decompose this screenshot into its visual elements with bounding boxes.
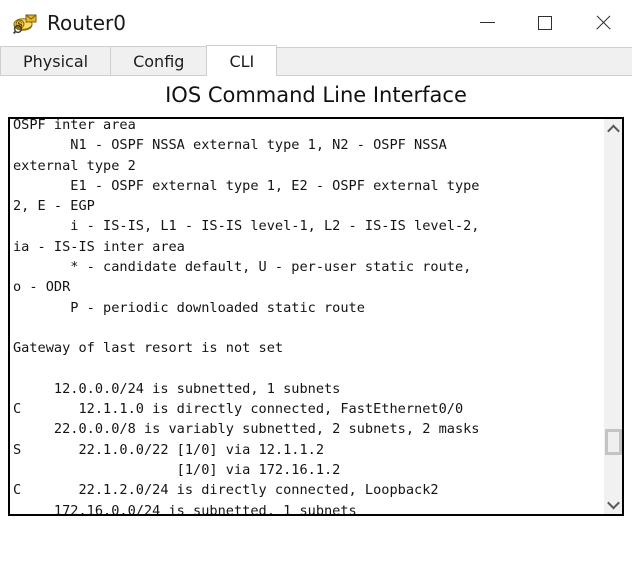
window-title: Router0 bbox=[47, 10, 127, 35]
scrollbar-track[interactable] bbox=[603, 139, 622, 494]
scrollbar-thumb[interactable] bbox=[604, 429, 622, 455]
tab-config[interactable]: Config bbox=[110, 46, 208, 76]
title-bar: S Router0 bbox=[0, 0, 632, 45]
action-button-bar: Copy Paste CSDN @谁是幸运儿 bbox=[0, 519, 632, 579]
tab-physical[interactable]: Physical bbox=[0, 46, 112, 76]
terminal-panel: OSPF inter area N1 - OSPF NSSA external … bbox=[8, 117, 624, 516]
router-cli-window: S Router0 Physical Config CLI IOS Comman… bbox=[0, 0, 632, 579]
minimize-icon bbox=[479, 22, 495, 23]
tab-cli[interactable]: CLI bbox=[206, 45, 278, 76]
window-controls bbox=[458, 0, 632, 45]
chevron-up-icon bbox=[606, 124, 620, 137]
tab-physical-label: Physical bbox=[23, 52, 89, 71]
router-device-icon: S bbox=[12, 12, 37, 34]
terminal-output-area[interactable]: OSPF inter area N1 - OSPF NSSA external … bbox=[10, 119, 603, 514]
maximize-button[interactable] bbox=[516, 0, 574, 45]
maximize-icon bbox=[538, 15, 552, 30]
tab-strip: Physical Config CLI bbox=[0, 45, 632, 76]
terminal-scrollbar[interactable] bbox=[603, 119, 622, 514]
tab-strip-filler bbox=[276, 47, 632, 76]
close-icon bbox=[594, 14, 612, 32]
scroll-up-button[interactable] bbox=[603, 119, 622, 139]
minimize-button[interactable] bbox=[458, 0, 516, 45]
panel-title: IOS Command Line Interface bbox=[0, 76, 632, 114]
scroll-down-button[interactable] bbox=[603, 494, 622, 514]
title-bar-left: S Router0 bbox=[0, 12, 126, 34]
terminal-text: OSPF inter area N1 - OSPF NSSA external … bbox=[13, 119, 480, 514]
tab-cli-label: CLI bbox=[229, 51, 255, 71]
close-button[interactable] bbox=[574, 0, 632, 45]
chevron-down-icon bbox=[606, 496, 620, 509]
tab-config-label: Config bbox=[133, 52, 185, 71]
